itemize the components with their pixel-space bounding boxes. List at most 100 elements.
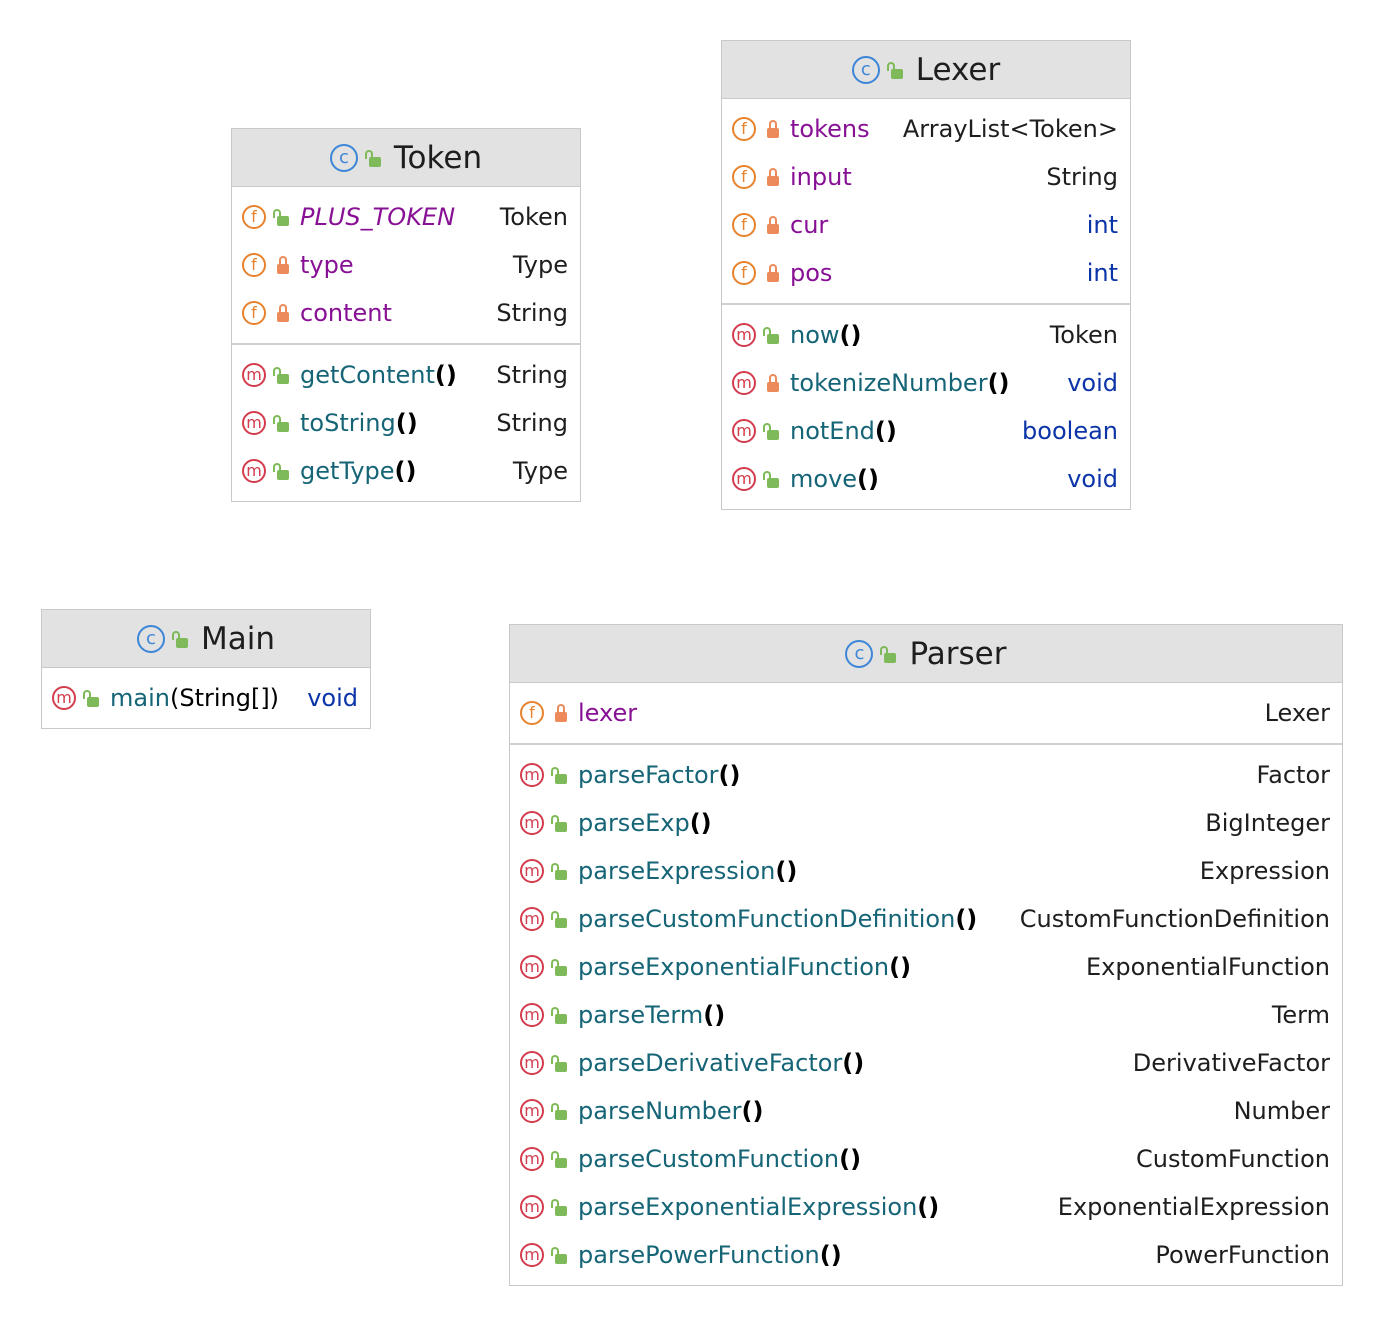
field-row[interactable]: f lexer Lexer [510, 689, 1342, 737]
methods-section: m getContent() String m toString() Strin… [232, 343, 580, 501]
method-row[interactable]: m parseFactor() Factor [510, 751, 1342, 799]
field-icon: f [732, 213, 756, 237]
method-parens: () [819, 1241, 842, 1269]
field-name: tokens [790, 115, 870, 143]
method-row[interactable]: m toString() String [232, 399, 580, 447]
class-token[interactable]: c Token f PLUS_TOKEN Token f type Type f… [231, 128, 581, 502]
method-row[interactable]: m parseExpression() Expression [510, 847, 1342, 895]
public-lock-icon [273, 366, 292, 384]
method-row[interactable]: m parseExponentialExpression() Exponenti… [510, 1183, 1342, 1231]
method-icon: m [520, 1003, 544, 1027]
private-lock-icon [554, 704, 570, 722]
method-row[interactable]: m getType() Type [232, 447, 580, 495]
method-return-type: CustomFunction [1135, 1145, 1330, 1173]
method-return-type: boolean [1022, 417, 1118, 445]
method-row[interactable]: m parseCustomFunctionDefinition() Custom… [510, 895, 1342, 943]
method-return-type: Token [1049, 321, 1118, 349]
class-header: c Lexer [722, 41, 1130, 99]
field-type: int [1086, 211, 1118, 239]
field-row[interactable]: f content String [232, 289, 580, 337]
method-row[interactable]: m parseTerm() Term [510, 991, 1342, 1039]
public-lock-icon [551, 1006, 570, 1024]
class-header: c Main [42, 610, 370, 668]
class-header: c Token [232, 129, 580, 187]
method-return-type: void [307, 684, 358, 712]
public-lock-icon [273, 208, 292, 226]
method-row[interactable]: m parseExponentialFunction() Exponential… [510, 943, 1342, 991]
method-name: getType [300, 457, 395, 485]
class-icon: c [845, 639, 874, 668]
method-icon: m [520, 1243, 544, 1267]
method-icon: m [242, 363, 266, 387]
public-lock-icon [551, 1102, 570, 1120]
method-row[interactable]: m notEnd() boolean [722, 407, 1130, 455]
method-name: parseExp [578, 809, 690, 837]
method-name: parseCustomFunctionDefinition [578, 905, 956, 933]
field-type: ArrayList<Token> [902, 115, 1118, 143]
public-lock-icon [551, 1150, 570, 1168]
field-row[interactable]: f cur int [722, 201, 1130, 249]
field-icon: f [242, 301, 266, 325]
method-parens: () [718, 761, 741, 789]
field-icon: f [242, 205, 266, 229]
field-row[interactable]: f pos int [722, 249, 1130, 297]
method-row[interactable]: m tokenizeNumber() void [722, 359, 1130, 407]
method-icon: m [520, 859, 544, 883]
method-name: parsePowerFunction [578, 1241, 820, 1269]
field-row[interactable]: f tokens ArrayList<Token> [722, 105, 1130, 153]
method-row[interactable]: m parsePowerFunction() PowerFunction [510, 1231, 1342, 1279]
field-name: content [300, 299, 392, 327]
method-parens: () [741, 1097, 764, 1125]
class-title: Lexer [915, 51, 1001, 88]
class-parser[interactable]: c Parser f lexer Lexer m parseFactor() F… [509, 624, 1343, 1286]
public-lock-icon [83, 689, 102, 707]
method-row[interactable]: m parseCustomFunction() CustomFunction [510, 1135, 1342, 1183]
method-name: tokenizeNumber [790, 369, 988, 397]
method-icon: m [732, 323, 756, 347]
method-name: parseDerivativeFactor [578, 1049, 843, 1077]
method-return-type: Type [512, 457, 568, 485]
private-lock-icon [276, 304, 292, 322]
public-lock-icon [171, 630, 191, 648]
field-row[interactable]: f PLUS_TOKEN Token [232, 193, 580, 241]
class-title: Main [200, 620, 275, 657]
method-row[interactable]: m parseNumber() Number [510, 1087, 1342, 1135]
method-icon: m [242, 411, 266, 435]
field-name: cur [790, 211, 829, 239]
method-row[interactable]: m now() Token [722, 311, 1130, 359]
field-row[interactable]: f input String [722, 153, 1130, 201]
public-lock-icon [551, 958, 570, 976]
method-parens: () [917, 1193, 940, 1221]
field-type: Lexer [1264, 699, 1330, 727]
method-row[interactable]: m move() void [722, 455, 1130, 503]
method-parens: () [889, 953, 912, 981]
method-return-type: void [1067, 369, 1118, 397]
method-row[interactable]: m main(String[]) void [42, 674, 370, 722]
public-lock-icon [551, 814, 570, 832]
private-lock-icon [766, 120, 782, 138]
private-lock-icon [276, 256, 292, 274]
class-main[interactable]: c Main m main(String[]) void [41, 609, 371, 729]
private-lock-icon [766, 168, 782, 186]
method-return-type: CustomFunctionDefinition [1019, 905, 1330, 933]
field-icon: f [732, 165, 756, 189]
method-parens: () [874, 417, 897, 445]
field-name: lexer [578, 699, 638, 727]
public-lock-icon [880, 645, 899, 663]
field-name: type [300, 251, 354, 279]
method-icon: m [732, 371, 756, 395]
class-lexer[interactable]: c Lexer f tokens ArrayList<Token> f inpu… [721, 40, 1131, 510]
method-return-type: void [1067, 465, 1118, 493]
method-name: parseExponentialExpression [578, 1193, 918, 1221]
method-name: move [790, 465, 858, 493]
method-parens: () [434, 361, 457, 389]
public-lock-icon [551, 862, 570, 880]
field-row[interactable]: f type Type [232, 241, 580, 289]
method-parens: () [857, 465, 879, 493]
method-icon: m [520, 1099, 544, 1123]
method-icon: m [732, 467, 756, 491]
method-args: (String[]) [169, 684, 280, 712]
method-row[interactable]: m getContent() String [232, 351, 580, 399]
method-row[interactable]: m parseDerivativeFactor() DerivativeFact… [510, 1039, 1342, 1087]
method-row[interactable]: m parseExp() BigInteger [510, 799, 1342, 847]
